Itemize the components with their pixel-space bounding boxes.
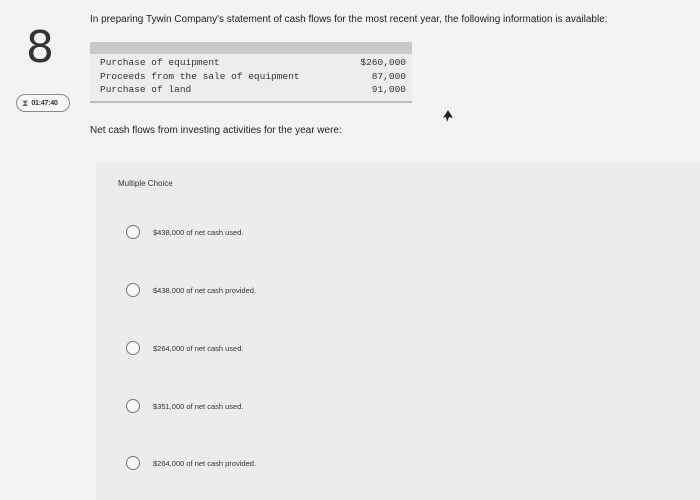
choice-label: $264,000 of net cash provided.: [153, 458, 256, 468]
choice-label: $264,000 of net cash used.: [153, 343, 244, 353]
info-table-header: [90, 42, 412, 54]
choice-option-2[interactable]: $438,000 of net cash provided.: [126, 279, 256, 301]
radio-button[interactable]: [126, 456, 140, 470]
choice-label: $438,000 of net cash provided.: [153, 285, 256, 295]
info-row: Purchase of land 91,000: [100, 83, 406, 97]
choice-label: $351,000 of net cash used.: [153, 401, 244, 411]
mouse-cursor-icon: [443, 110, 453, 122]
info-value: 87,000: [371, 70, 406, 82]
hourglass-icon: ⧗: [22, 97, 29, 108]
choice-label: $438,000 of net cash used.: [153, 227, 244, 237]
choice-option-1[interactable]: $438,000 of net cash used.: [126, 221, 244, 243]
choice-option-3[interactable]: $264,000 of net cash used.: [126, 337, 244, 359]
question-number: 8: [26, 22, 54, 73]
info-value: $260,000: [360, 57, 406, 68]
timer-text: 01:47:40: [31, 99, 58, 107]
choice-option-5[interactable]: $264,000 of net cash provided.: [126, 452, 256, 474]
question-text: Net cash flows from investing activities…: [90, 125, 342, 136]
info-label: Purchase of equipment: [100, 57, 220, 68]
info-row: Proceeds from the sale of equipment 87,0…: [100, 70, 406, 84]
info-value: 91,000: [371, 84, 406, 95]
info-table: Purchase of equipment $260,000 Proceeds …: [90, 42, 412, 103]
radio-button[interactable]: [126, 225, 140, 239]
question-intro: In preparing Tywin Company's statement o…: [90, 14, 608, 25]
multiple-choice-panel: Multiple Choice $438,000 of net cash use…: [96, 162, 700, 500]
radio-button[interactable]: [126, 341, 140, 355]
timer-badge[interactable]: ⧗ 01:47:40: [16, 94, 70, 112]
info-label: Purchase of land: [100, 84, 192, 95]
info-label: Proceeds from the sale of equipment: [100, 70, 300, 82]
radio-button[interactable]: [126, 283, 140, 297]
choice-option-4[interactable]: $351,000 of net cash used.: [126, 395, 244, 417]
radio-button[interactable]: [126, 399, 140, 413]
info-row: Purchase of equipment $260,000: [100, 56, 406, 70]
multiple-choice-title: Multiple Choice: [118, 179, 173, 188]
